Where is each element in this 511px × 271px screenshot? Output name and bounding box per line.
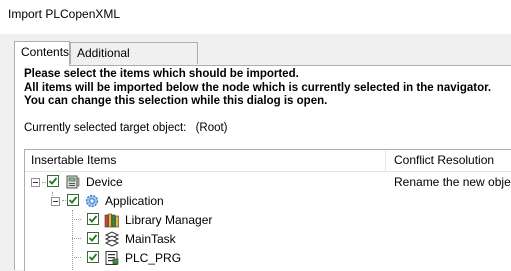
instruction-line: All items will be imported below the nod… <box>24 81 492 94</box>
instruction-line: Please select the items which should be … <box>24 68 299 80</box>
tree-node-library-manager[interactable]: Library Manager <box>25 211 386 229</box>
contents-panel: Please select the items which should be … <box>14 65 511 271</box>
target-label: Currently selected target object: <box>24 122 187 134</box>
tree-node-plc-prg[interactable]: PLC_PRG <box>25 249 386 267</box>
column-header-insertable-items[interactable]: Insertable Items <box>25 150 386 172</box>
window-title: Import PLCopenXML <box>8 7 121 21</box>
node-label: MainTask <box>125 232 176 246</box>
target-object-row: Currently selected target object: (Root) <box>24 122 228 134</box>
program-icon <box>104 250 120 266</box>
library-manager-checkbox[interactable] <box>87 213 99 225</box>
target-value: (Root) <box>195 122 228 134</box>
conflict-resolution-value[interactable]: Rename the new object <box>394 175 511 189</box>
checkmark-icon <box>88 253 98 261</box>
title-bar: Import PLCopenXML <box>0 0 511 34</box>
device-icon <box>65 174 81 190</box>
task-icon <box>104 231 120 247</box>
instructions: Please select the items which should be … <box>24 68 491 109</box>
checkmark-icon <box>88 215 98 223</box>
device-checkbox[interactable] <box>47 175 59 187</box>
node-label: Device <box>86 175 123 189</box>
node-label: Library Manager <box>125 213 213 227</box>
maintask-checkbox[interactable] <box>87 232 99 244</box>
checkmark-icon <box>48 177 58 185</box>
insertable-items-tree[interactable]: Insertable Items Conflict Resolution Dev… <box>24 149 511 271</box>
column-header-conflict-resolution[interactable]: Conflict Resolution <box>386 150 511 172</box>
instruction-line: You can change this selection while this… <box>24 95 328 107</box>
node-label: Application <box>105 194 164 208</box>
tree-node-device[interactable]: Device Rename the new object <box>25 173 511 191</box>
node-label: PLC_PRG <box>125 251 182 265</box>
plc-prg-checkbox[interactable] <box>87 251 99 263</box>
tree-node-application[interactable]: Application <box>25 192 386 210</box>
checkmark-icon <box>88 234 98 242</box>
tree-node-maintask[interactable]: MainTask <box>25 230 386 248</box>
library-icon <box>104 212 120 228</box>
checkmark-icon <box>68 196 78 204</box>
application-checkbox[interactable] <box>67 194 79 206</box>
collapse-icon[interactable] <box>31 178 40 187</box>
tab-contents[interactable]: Contents <box>14 41 70 66</box>
tab-additional-information[interactable]: Additional Information <box>70 42 198 80</box>
collapse-icon[interactable] <box>51 197 60 206</box>
gear-icon <box>84 193 100 209</box>
